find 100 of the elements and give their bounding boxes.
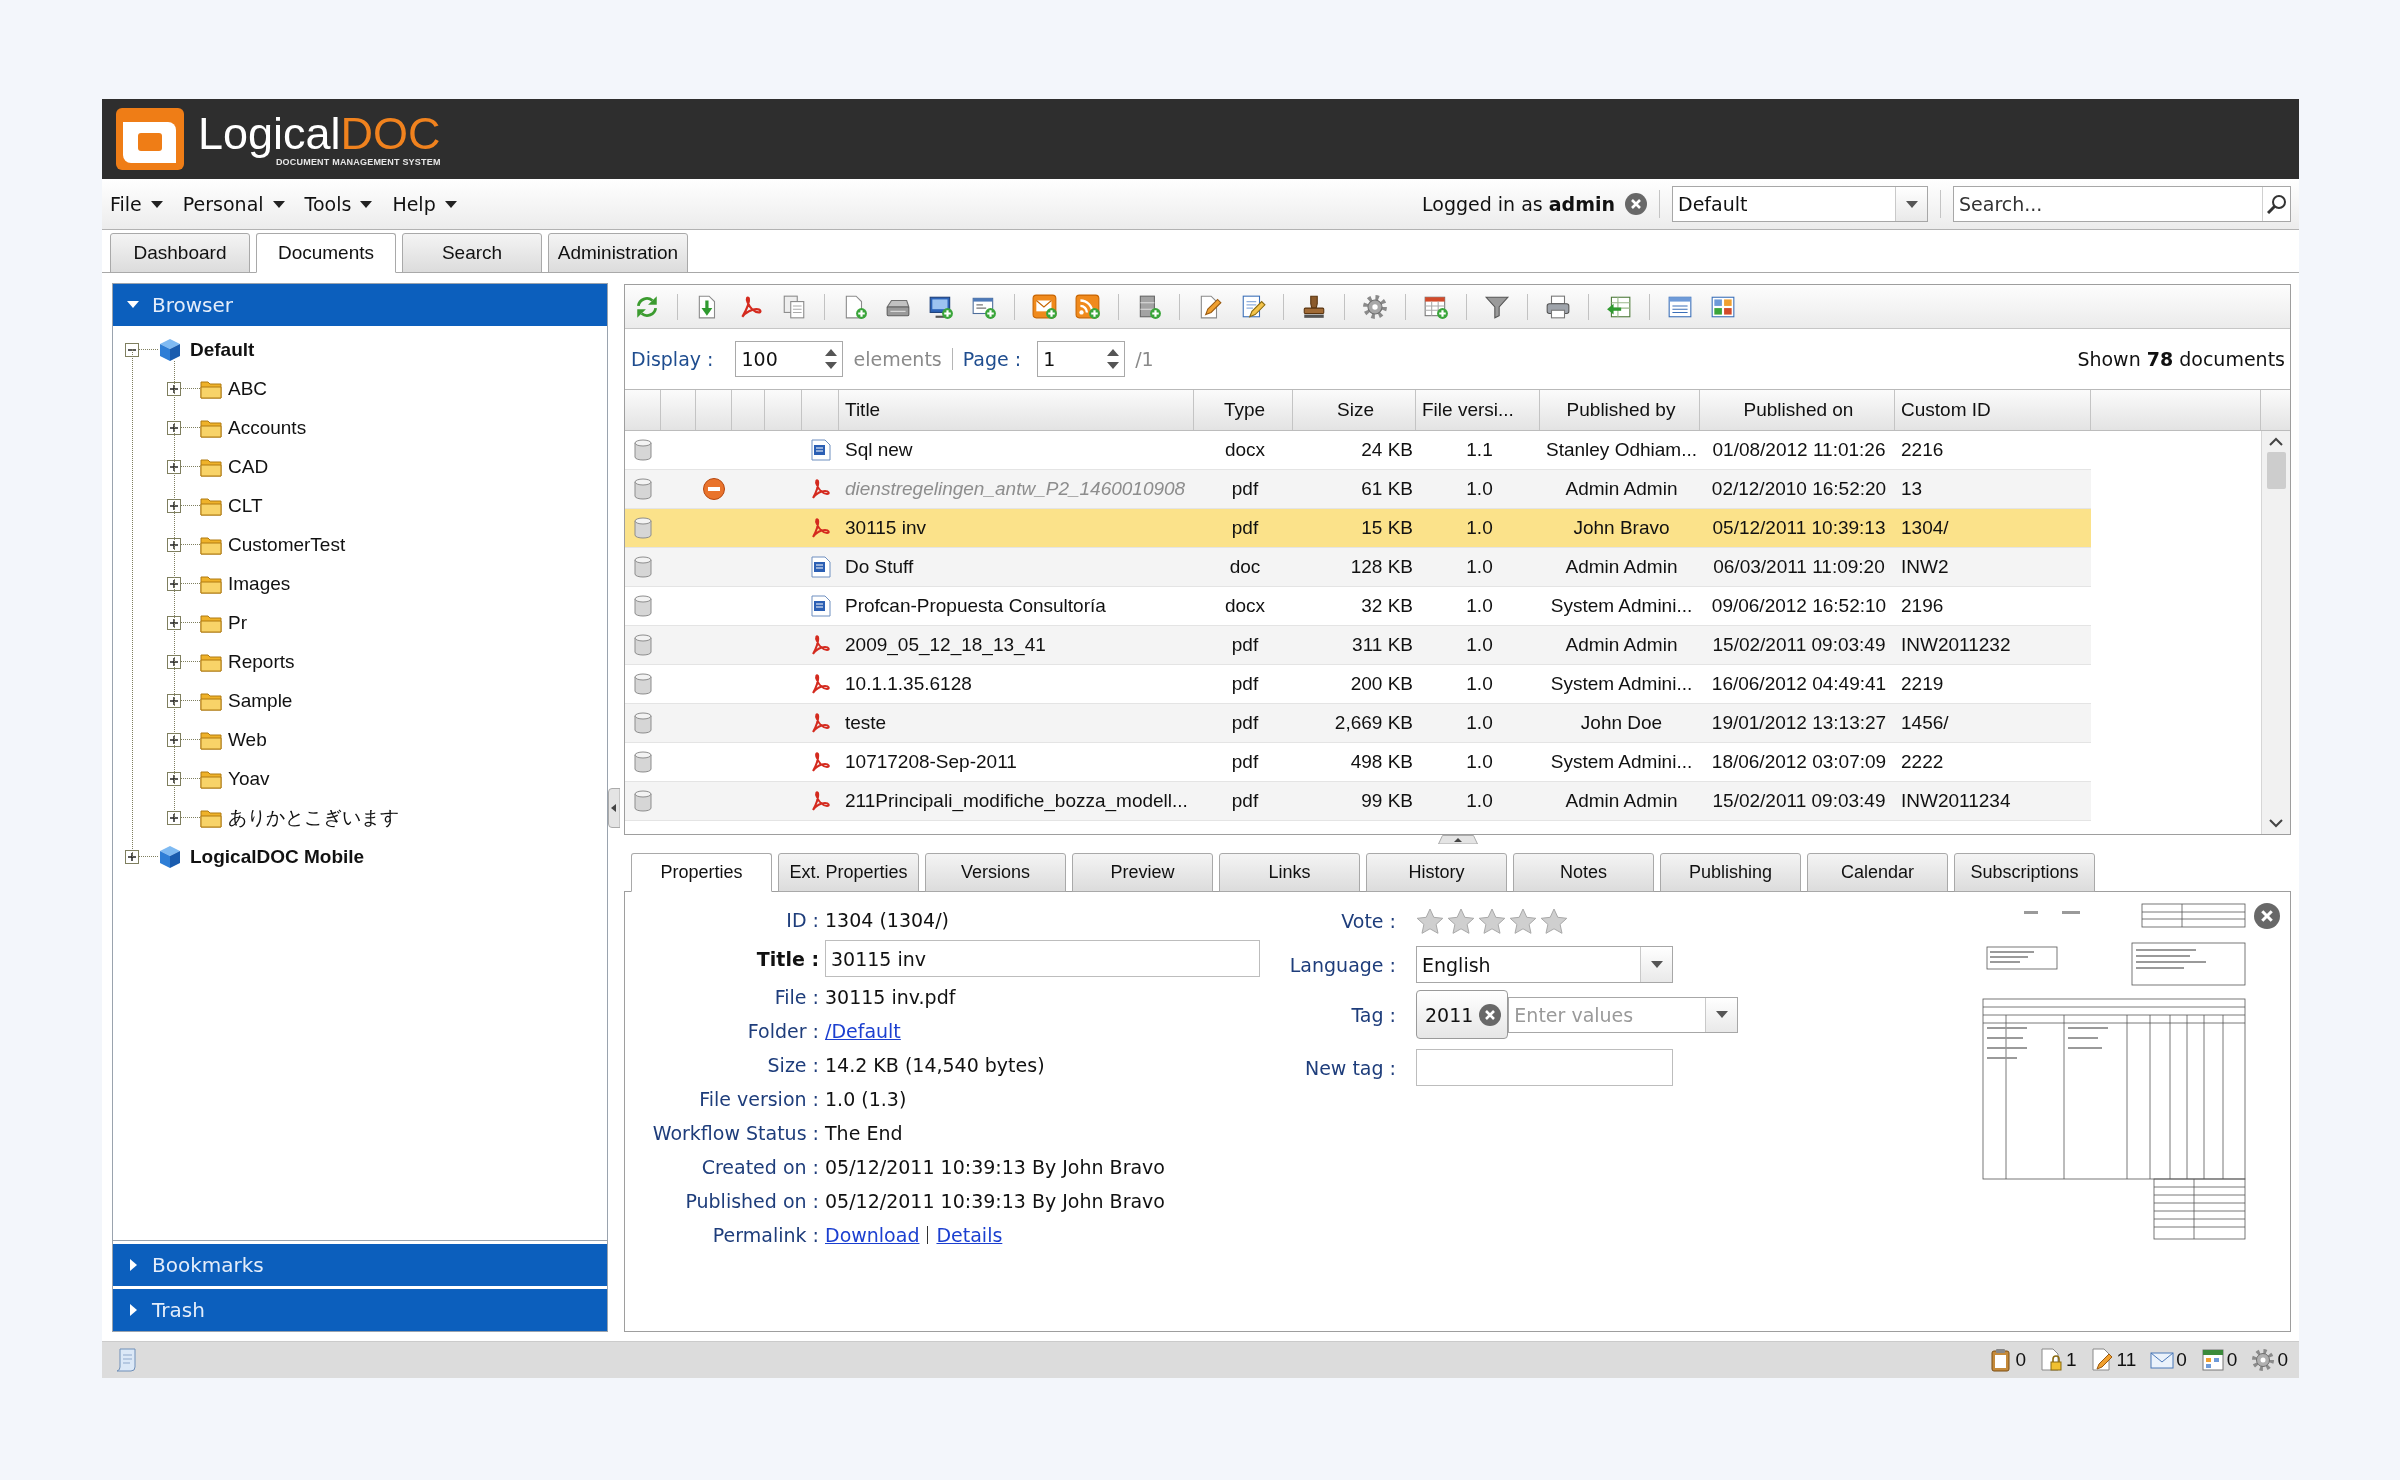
caret-icon[interactable] [444, 200, 457, 208]
expand-icon[interactable] [167, 771, 181, 786]
scrollbar-thumb[interactable] [2266, 452, 2286, 489]
tab[interactable]: Search [402, 233, 542, 273]
tab[interactable]: Versions [925, 853, 1066, 892]
calendar-icon[interactable] [2200, 1348, 2225, 1372]
column-header[interactable]: Title [839, 390, 1194, 430]
tab[interactable]: Links [1219, 853, 1360, 892]
expand-icon[interactable] [125, 849, 139, 864]
tab[interactable]: Subscriptions [1954, 853, 2095, 892]
search-field[interactable]: Search... [1953, 186, 2291, 222]
permalink-link[interactable]: Details [936, 1224, 1003, 1246]
search-icon[interactable] [2266, 194, 2287, 214]
star-icon[interactable] [1509, 907, 1537, 935]
tab[interactable]: Ext. Properties [778, 853, 919, 892]
panel-header[interactable]: Trash [113, 1289, 607, 1331]
gear-icon[interactable] [1362, 293, 1388, 320]
tree-item[interactable]: ABC [228, 377, 268, 400]
tab[interactable]: Documents [256, 233, 396, 273]
expand-icon[interactable] [167, 810, 181, 825]
tree-item[interactable]: Images [228, 572, 291, 595]
caret-icon[interactable] [272, 200, 285, 208]
permalink-link[interactable]: Download [825, 1224, 920, 1246]
star-icon[interactable] [1416, 907, 1444, 935]
panel-header[interactable]: Bookmarks [113, 1244, 607, 1286]
menu-item[interactable]: File [110, 186, 163, 222]
refresh-icon[interactable] [634, 293, 660, 320]
table-row[interactable]: 30115 inv pdf 15 KB 1.0 John Bravo 05/12/2011 10:39:13 1304/ [625, 509, 2091, 548]
caret-icon[interactable] [360, 200, 373, 208]
stamp-icon[interactable] [1301, 293, 1327, 320]
collapse-arrow-icon[interactable] [1437, 835, 1478, 844]
tab[interactable]: Administration [548, 233, 688, 273]
caret-icon[interactable] [1715, 1011, 1728, 1018]
expand-icon[interactable] [167, 420, 181, 435]
tab[interactable]: History [1366, 853, 1507, 892]
chevron-up-icon[interactable] [2269, 437, 2283, 446]
tree-item[interactable]: Accounts [228, 416, 307, 439]
menu-item[interactable]: Help [392, 186, 457, 222]
expand-icon[interactable] [167, 459, 181, 474]
tab[interactable]: Calendar [1807, 853, 1948, 892]
locked-document-icon[interactable] [2039, 1348, 2064, 1372]
expand-icon[interactable] [167, 381, 181, 396]
star-icon[interactable] [1478, 907, 1506, 935]
column-header[interactable]: File versi... [1416, 390, 1540, 430]
tree-item[interactable]: Reports [228, 650, 295, 673]
edit-form-icon[interactable] [1240, 293, 1266, 320]
column-header[interactable]: Type [1194, 390, 1293, 430]
panel-header[interactable]: Browser [113, 284, 607, 326]
column-header[interactable]: Custom ID [1895, 390, 2091, 430]
caret-icon[interactable] [150, 200, 163, 208]
folder-link[interactable]: /Default [825, 1020, 901, 1042]
close-icon[interactable] [1479, 1003, 1502, 1026]
chevron-down-icon[interactable] [2269, 819, 2283, 828]
tree-item[interactable]: CLT [228, 494, 263, 517]
print-icon[interactable] [1545, 293, 1571, 320]
tab[interactable]: Properties [631, 853, 772, 892]
tree-item[interactable]: Yoav [228, 767, 270, 790]
tree-item[interactable]: LogicalDOC Mobile [190, 845, 365, 868]
tree-item[interactable]: CustomerTest [228, 533, 346, 556]
expand-icon[interactable] [167, 615, 181, 630]
caret-icon[interactable] [1905, 200, 1918, 208]
collapse-arrow-icon[interactable] [608, 787, 620, 828]
expand-icon[interactable] [167, 576, 181, 591]
expand-icon[interactable] [167, 693, 181, 708]
tab[interactable]: Preview [1072, 853, 1213, 892]
tree-item[interactable]: ありかとこぎいます [228, 804, 399, 831]
edit-document-icon[interactable] [2090, 1348, 2115, 1372]
caret-icon[interactable] [1650, 961, 1663, 968]
close-icon[interactable] [1625, 193, 1647, 215]
expand-icon[interactable] [167, 537, 181, 552]
expand-icon[interactable] [167, 654, 181, 669]
menu-item[interactable]: Personal [182, 186, 285, 222]
text-input-field[interactable]: 30115 inv [825, 940, 1260, 977]
scrollbar[interactable] [2261, 431, 2290, 834]
page-size-field[interactable]: 100 [735, 341, 844, 377]
table-row[interactable]: 2009_05_12_18_13_41 pdf 311 KB 1.0 Admin Admin 15/02/2011 09:03:49 INW2011232 [625, 626, 2091, 665]
star-icon[interactable] [1540, 907, 1568, 935]
tab[interactable]: Notes [1513, 853, 1654, 892]
gear-icon[interactable] [2251, 1348, 2276, 1372]
feed-icon[interactable] [1075, 293, 1101, 320]
table-row[interactable]: dienstregelingen_antw_P2_1460010908 pdf 61 KB 1.0 Admin Admin 02/12/2010 16:52:20 13 [625, 470, 2091, 509]
copy-icon[interactable] [781, 293, 807, 320]
tree-item[interactable]: Web [228, 728, 267, 751]
language-select[interactable]: English [1416, 946, 1673, 983]
page-number-field[interactable]: 1 [1037, 341, 1126, 377]
tree-item[interactable]: Pr [228, 611, 247, 634]
table-row[interactable]: Do Stuff doc 128 KB 1.0 Admin Admin 06/03/2011 11:09:20 INW2 [625, 548, 2091, 587]
tab[interactable]: Publishing [1660, 853, 1801, 892]
column-header[interactable]: Size [1293, 390, 1416, 430]
collapse-icon[interactable] [125, 342, 139, 357]
expand-icon[interactable] [167, 732, 181, 747]
menu-item[interactable]: Tools [304, 186, 373, 222]
tab[interactable]: Dashboard [110, 233, 250, 273]
star-icon[interactable] [1447, 907, 1475, 935]
column-header[interactable]: Published on [1700, 390, 1895, 430]
tree-item[interactable]: Sample [228, 689, 293, 712]
new-tag-field[interactable] [1416, 1049, 1673, 1086]
mail-add-icon[interactable] [1032, 293, 1058, 320]
tree-item[interactable]: CAD [228, 455, 269, 478]
table-row[interactable]: 211Principali_modifiche_bozza_modell... pdf 99 KB 1.0 Admin Admin 15/02/2011 09:03:49 INW2011234 [625, 782, 2091, 821]
